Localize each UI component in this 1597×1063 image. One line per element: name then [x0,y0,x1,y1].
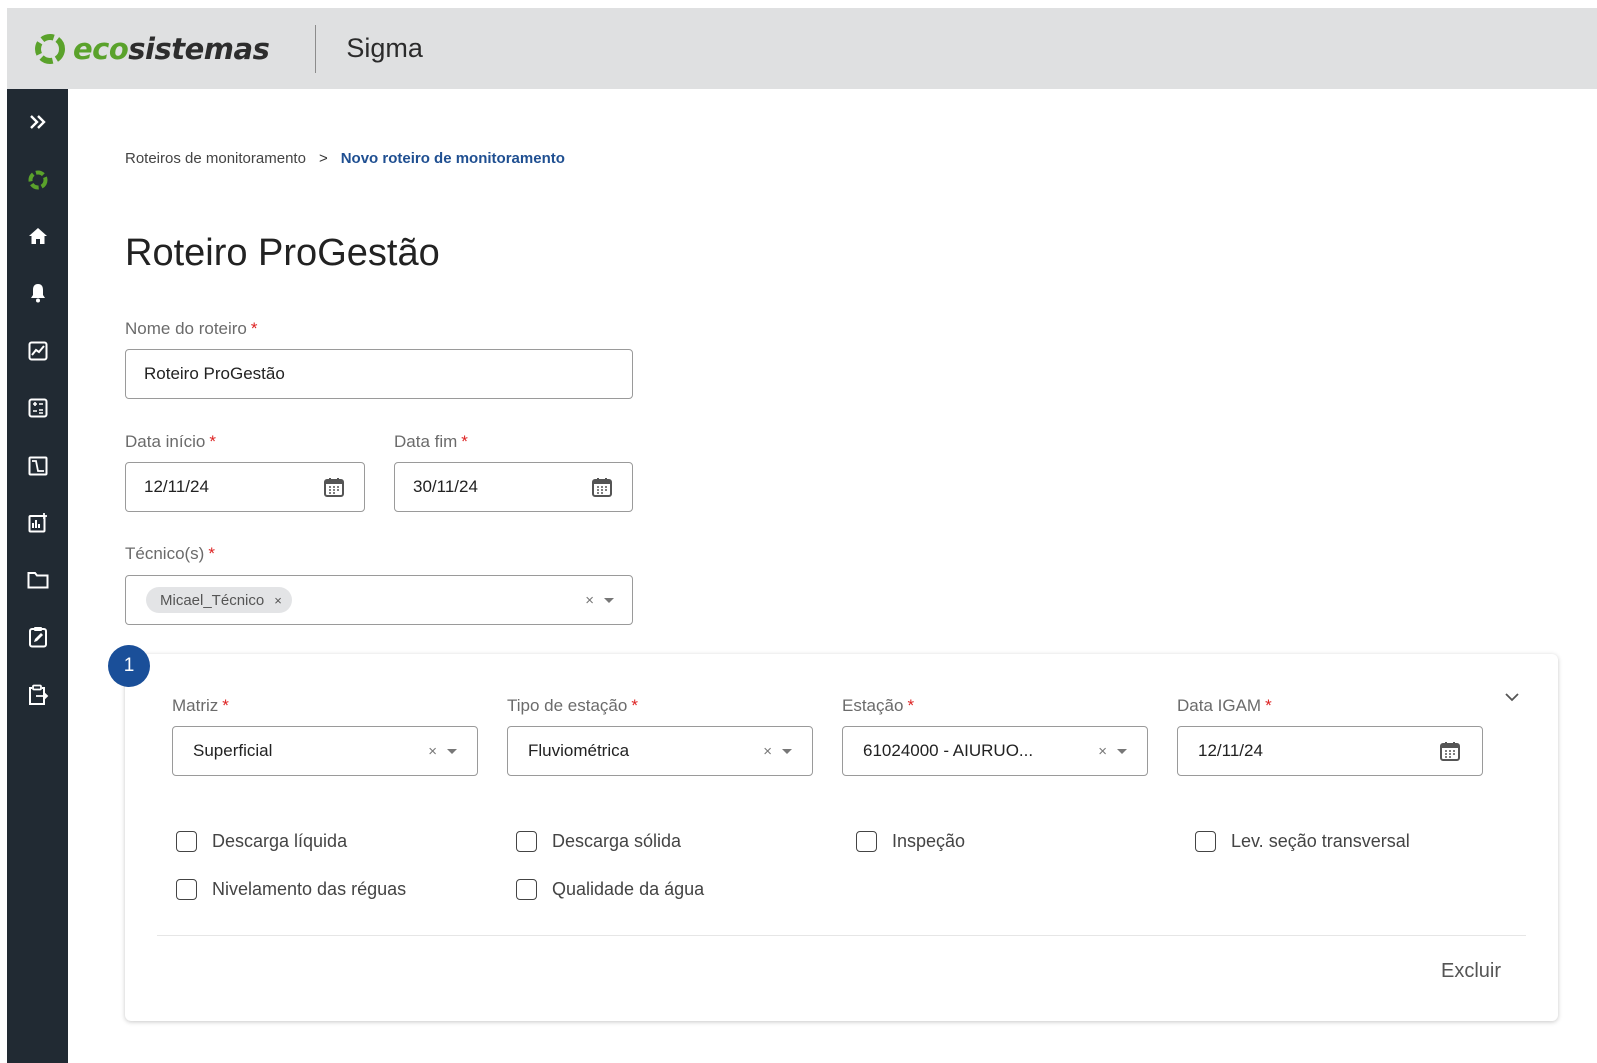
header-divider [315,24,317,73]
chart-line-icon[interactable] [7,331,68,371]
chevron-down-icon[interactable] [1503,688,1521,706]
checkbox-descarga-solida[interactable]: Descarga sólida [516,831,681,852]
clipboard-edit-icon[interactable] [7,617,68,657]
caret-down-icon[interactable] [604,597,614,603]
breadcrumb-separator: > [318,150,328,167]
checkbox-descarga-liquida[interactable]: Descarga líquida [176,831,347,852]
clear-icon[interactable]: × [763,743,772,760]
tecnicos-label: Técnico(s) * [125,544,215,563]
matriz-select[interactable]: Superficial × [172,726,478,776]
ecosistemas-logo-icon[interactable] [7,160,68,200]
data-fim-input[interactable]: 30/11/24 [394,462,633,512]
card-divider [157,935,1526,936]
caret-down-icon[interactable] [447,748,457,754]
brand[interactable]: ecosistemas [33,31,270,66]
data-fim-label: Data fim * [394,432,468,451]
checkbox-lev-secao-transversal[interactable]: Lev. seção transversal [1195,831,1410,852]
clipboard-transfer-icon[interactable] [7,675,68,715]
brand-name: ecosistemas [73,31,270,66]
bell-icon[interactable] [7,273,68,313]
home-icon[interactable] [7,216,68,256]
breadcrumb-parent-link[interactable]: Roteiros de monitoramento [125,150,306,167]
app-title: Sigma [346,33,423,63]
tipo-estacao-label: Tipo de estação * [507,696,638,715]
data-igam-label: Data IGAM * [1177,696,1272,715]
caret-down-icon[interactable] [1117,748,1127,754]
select-controls: × [428,743,457,760]
checkbox-box[interactable] [176,831,197,852]
estacao-select[interactable]: 61024000 - AIURUO... × [842,726,1148,776]
calendar-icon[interactable] [590,475,614,499]
delete-button[interactable]: Excluir [1441,960,1501,983]
clear-icon[interactable]: × [1098,743,1107,760]
waveform-icon[interactable] [7,446,68,486]
folder-icon[interactable] [7,560,68,600]
checkbox-box[interactable] [1195,831,1216,852]
select-controls: × [585,592,614,609]
page-title: Roteiro ProGestão [125,232,440,274]
checkbox-box[interactable] [176,879,197,900]
data-igam-input[interactable]: 12/11/24 [1177,726,1483,776]
data-inicio-input[interactable]: 12/11/24 [125,462,365,512]
estacao-label: Estação * [842,696,915,715]
page: ecosistemas Sigma Roteiros de monitorame… [0,0,1597,1063]
tipo-estacao-select[interactable]: Fluviométrica × [507,726,813,776]
caret-down-icon[interactable] [782,748,792,754]
nome-roteiro-input[interactable]: Roteiro ProGestão [125,349,633,399]
checkbox-box[interactable] [856,831,877,852]
checkbox-inspecao[interactable]: Inspeção [856,831,965,852]
checkbox-box[interactable] [516,831,537,852]
checkbox-nivelamento-reguas[interactable]: Nivelamento das réguas [176,879,406,900]
chip-remove-icon[interactable]: × [274,593,282,608]
data-inicio-label: Data início * [125,432,216,451]
select-controls: × [763,743,792,760]
clear-icon[interactable]: × [428,743,437,760]
calculator-icon[interactable] [7,388,68,428]
tecnicos-select[interactable]: Micael_Técnico × × [125,575,633,625]
sidebar [7,89,68,1063]
matriz-label: Matriz * [172,696,229,715]
breadcrumb: Roteiros de monitoramento > Novo roteiro… [125,150,565,167]
tecnico-chip: Micael_Técnico × [146,587,292,613]
select-controls: × [1098,743,1127,760]
clear-icon[interactable]: × [585,592,594,609]
ecosistemas-logo-icon [35,33,65,64]
calendar-icon[interactable] [322,475,346,499]
step-number-badge: 1 [108,645,150,687]
nome-roteiro-label: Nome do roteiro * [125,319,258,338]
breadcrumb-current: Novo roteiro de monitoramento [340,150,565,167]
top-header: ecosistemas Sigma [7,8,1597,89]
calendar-icon[interactable] [1438,739,1462,763]
report-chart-icon[interactable] [7,503,68,543]
checkbox-box[interactable] [516,879,537,900]
checkbox-qualidade-agua[interactable]: Qualidade da água [516,879,704,900]
double-chevron-right-icon[interactable] [7,102,68,142]
